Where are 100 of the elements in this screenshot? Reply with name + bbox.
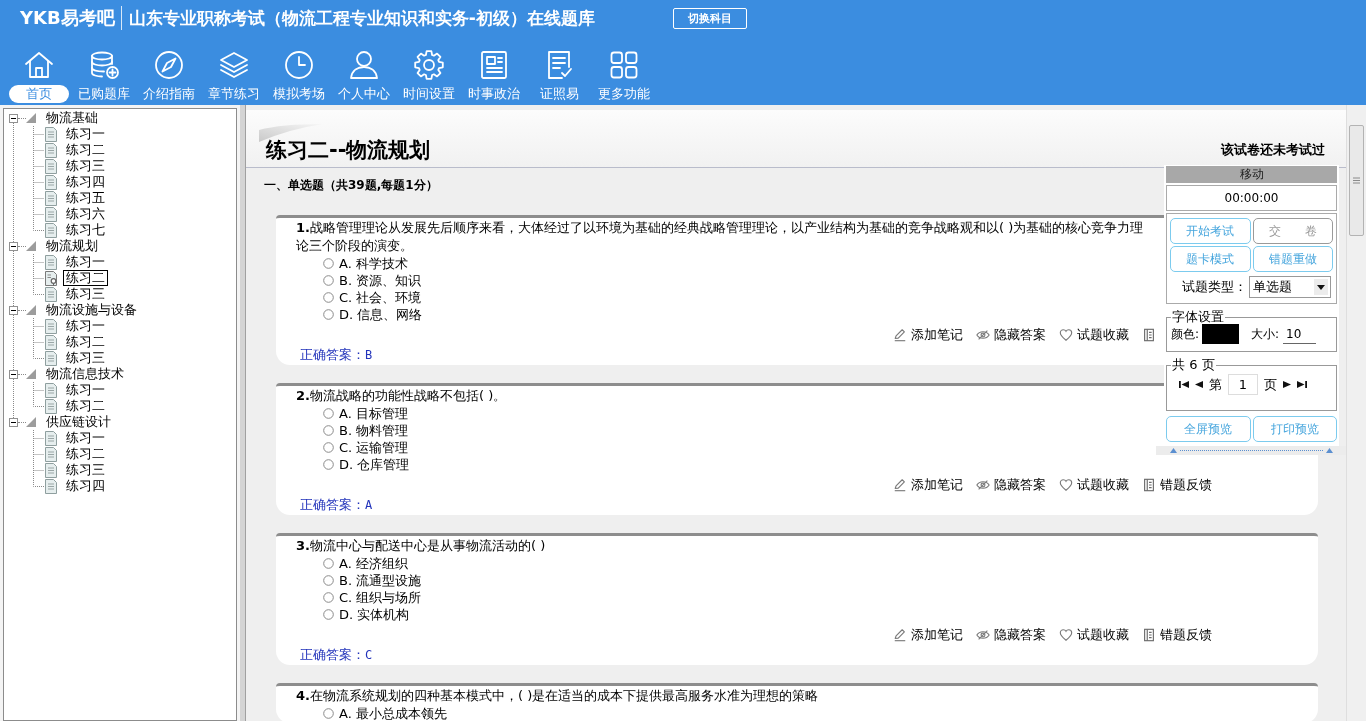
notebook-icon bbox=[1142, 478, 1156, 492]
tree-item[interactable]: 练习七 bbox=[63, 222, 108, 238]
tree-branch-line bbox=[33, 254, 44, 270]
person-icon bbox=[348, 49, 380, 81]
tree-item[interactable]: 练习五 bbox=[63, 190, 108, 206]
tree-item[interactable]: 练习六 bbox=[63, 206, 108, 222]
radio-button[interactable] bbox=[323, 425, 334, 436]
logo-text: YKB易考吧 bbox=[20, 7, 115, 29]
radio-button[interactable] bbox=[323, 592, 334, 603]
radio-button[interactable] bbox=[323, 459, 334, 470]
tree-group-label[interactable]: 供应链设计 bbox=[46, 414, 111, 430]
font-color-swatch[interactable] bbox=[1202, 324, 1240, 344]
tree-item[interactable]: 练习二 bbox=[63, 142, 108, 158]
tree-item[interactable]: 练习一 bbox=[63, 254, 108, 270]
document-icon bbox=[45, 158, 57, 174]
radio-button[interactable] bbox=[323, 408, 334, 419]
document-icon bbox=[45, 382, 57, 398]
tree-item[interactable]: 练习三 bbox=[63, 158, 108, 174]
radio-button[interactable] bbox=[323, 292, 334, 303]
collapse-icon[interactable] bbox=[9, 113, 18, 123]
tree-item[interactable]: 练习一 bbox=[63, 318, 108, 334]
previous-page-icon[interactable] bbox=[1195, 380, 1203, 389]
page-prefix: 第 bbox=[1209, 376, 1222, 393]
tree-item[interactable]: 练习三 bbox=[63, 462, 108, 478]
add-note-link[interactable]: 添加笔记 bbox=[893, 327, 963, 343]
add-note-link[interactable]: 添加笔记 bbox=[893, 627, 963, 643]
tree-branch-line bbox=[33, 190, 44, 206]
report-error-link[interactable]: 错题反馈 bbox=[1142, 477, 1212, 493]
favorite-link[interactable]: 试题收藏 bbox=[1059, 627, 1129, 643]
option-text: C. 组织与场所 bbox=[339, 589, 422, 606]
eye-slash-icon bbox=[976, 628, 990, 642]
move-handle[interactable]: 移动 bbox=[1166, 166, 1337, 183]
pencil-icon bbox=[893, 478, 907, 492]
favorite-link[interactable]: 试题收藏 bbox=[1059, 477, 1129, 493]
option-text: B. 物料管理 bbox=[339, 422, 409, 439]
gear-icon bbox=[413, 49, 445, 81]
document-icon bbox=[45, 126, 57, 142]
collapse-icon[interactable] bbox=[9, 369, 18, 379]
toolbar-button[interactable]: 首页 bbox=[8, 36, 70, 103]
first-page-icon[interactable] bbox=[1179, 380, 1189, 389]
tree-item[interactable]: 练习四 bbox=[63, 174, 108, 190]
hide-answer-link[interactable]: 隐藏答案 bbox=[976, 477, 1046, 493]
radio-button[interactable] bbox=[323, 708, 334, 719]
radio-button[interactable] bbox=[323, 275, 334, 286]
collapse-icon[interactable] bbox=[9, 305, 18, 315]
size-label: 大小: bbox=[1251, 326, 1280, 342]
last-page-icon[interactable] bbox=[1297, 380, 1307, 389]
radio-button[interactable] bbox=[323, 558, 334, 569]
tree-group-label[interactable]: 物流规划 bbox=[46, 238, 98, 254]
caret-icon bbox=[1314, 279, 1328, 295]
hide-answer-link[interactable]: 隐藏答案 bbox=[976, 327, 1046, 343]
collapse-icon[interactable] bbox=[9, 241, 18, 251]
tree-item[interactable]: 练习三 bbox=[63, 350, 108, 366]
tree-item[interactable]: 练习三 bbox=[63, 286, 108, 302]
radio-button[interactable] bbox=[323, 575, 334, 586]
scrollbar-thumb[interactable] bbox=[1349, 125, 1364, 236]
section-heading: 一、单选题（共39题,每题1分） bbox=[264, 177, 438, 194]
tree-item[interactable]: 练习二 bbox=[63, 398, 108, 414]
tree-branch-line bbox=[33, 318, 44, 334]
option-text: A. 最小总成本领先 bbox=[339, 705, 447, 721]
next-page-icon[interactable] bbox=[1283, 380, 1291, 389]
scrollbar-track[interactable] bbox=[1346, 105, 1366, 721]
page-number-field[interactable]: 1 bbox=[1228, 374, 1258, 395]
tree-branch-line bbox=[33, 430, 44, 446]
question-type-select[interactable]: 单选题 bbox=[1249, 276, 1331, 298]
tree-group-label[interactable]: 物流基础 bbox=[46, 110, 98, 126]
triangle-icon bbox=[26, 417, 36, 427]
tree-group-label[interactable]: 物流信息技术 bbox=[46, 366, 124, 382]
tree-item[interactable]: 练习四 bbox=[63, 478, 108, 494]
tree-item[interactable]: 练习二 bbox=[63, 270, 108, 286]
tree-group-label[interactable]: 物流设施与设备 bbox=[46, 302, 137, 318]
newspaper-icon bbox=[478, 49, 510, 81]
compass-icon bbox=[153, 49, 185, 81]
document-icon bbox=[45, 190, 57, 206]
hide-answer-link[interactable]: 隐藏答案 bbox=[976, 627, 1046, 643]
document-icon bbox=[45, 462, 57, 478]
tree-branch-line bbox=[33, 158, 44, 174]
notebook-icon[interactable] bbox=[1142, 328, 1156, 342]
heart-icon bbox=[1059, 628, 1073, 642]
tree-item[interactable]: 练习二 bbox=[63, 446, 108, 462]
report-error-link[interactable]: 错题反馈 bbox=[1142, 627, 1212, 643]
collapse-icon[interactable] bbox=[9, 417, 18, 427]
radio-button[interactable] bbox=[323, 609, 334, 620]
option-text: A. 科学技术 bbox=[339, 255, 408, 272]
heart-icon bbox=[1059, 328, 1073, 342]
tree-item[interactable]: 练习一 bbox=[63, 430, 108, 446]
favorite-link[interactable]: 试题收藏 bbox=[1059, 327, 1129, 343]
font-size-field[interactable]: 10 bbox=[1283, 324, 1317, 344]
tree-item[interactable]: 练习一 bbox=[63, 126, 108, 142]
tree-item[interactable]: 练习一 bbox=[63, 382, 108, 398]
option-text: D. 信息、网络 bbox=[339, 306, 423, 323]
radio-button[interactable] bbox=[323, 309, 334, 320]
home-icon bbox=[23, 49, 55, 81]
radio-button[interactable] bbox=[323, 258, 334, 269]
question-text: 3.物流中心与配送中心是从事物流活动的( ) bbox=[296, 537, 547, 555]
question-text: 1.战略管理理论从发展先后顺序来看，大体经过了以环境为基础的经典战略管理理论，以产业结构为基础的竞争战略观和以( )为基础的核心竞争力理论三个阶段的演变。 bbox=[296, 219, 1145, 255]
tree-item[interactable]: 练习二 bbox=[63, 334, 108, 350]
option-text: C. 运输管理 bbox=[339, 439, 409, 456]
add-note-link[interactable]: 添加笔记 bbox=[893, 477, 963, 493]
radio-button[interactable] bbox=[323, 442, 334, 453]
